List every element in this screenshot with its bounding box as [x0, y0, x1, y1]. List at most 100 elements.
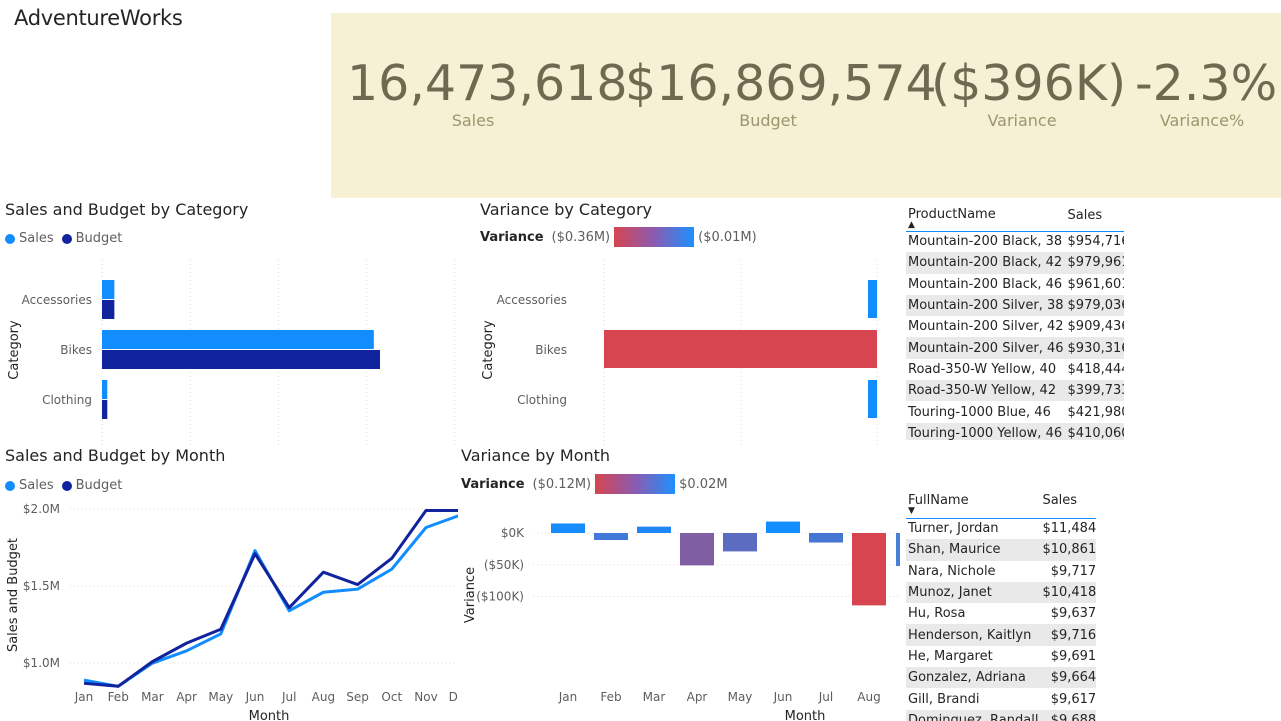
x-tick-label: Jun [245, 690, 265, 704]
sales-cell: $9,664 [1040, 667, 1096, 689]
variance-bar [594, 533, 628, 540]
table-row[interactable]: Mountain-200 Silver, 42 $909,436 [906, 316, 1124, 337]
full-name-cell: Nara, Nichole [908, 563, 996, 579]
kpi-panel: 16,473,618 Sales $16,869,574 Budget ($39… [331, 13, 1281, 198]
table-row[interactable]: Mountain-200 Silver, 38 $979,036 [906, 294, 1124, 317]
kpi-variance-pct-label: Variance% [1159, 111, 1245, 130]
sales-cell: $418,444 [1067, 361, 1124, 377]
table-row[interactable]: Gonzalez, Adriana $9,664 [906, 667, 1096, 689]
x-tick-label: Apr [176, 690, 197, 704]
sales-cell: $909,436 [1067, 319, 1124, 335]
x-tick-label: Oct [381, 690, 402, 704]
product-table[interactable]: ProductName ▲ Sales Mountain-200 Black, 3… [906, 205, 1124, 440]
x-tick-label: Jul [281, 690, 296, 704]
product-name-cell: Mountain-200 Silver, 42 [908, 319, 1064, 335]
kpi-budget-value: $16,869,574 [625, 55, 937, 112]
kpi-variance-label: Variance [987, 111, 1057, 130]
full-name-cell: Gill, Brandi [908, 691, 980, 707]
app-title: AdventureWorks [14, 6, 183, 30]
full-name-cell: Hu, Rosa [908, 606, 966, 622]
variance-month-chart[interactable]: $0K ($50K) ($100K)Variance Jan Feb Mar Apr May J… [458, 495, 900, 721]
table-row[interactable]: Touring-1000 Blue, 46 $421,980 [906, 401, 1124, 422]
sales-cell: $954,716 [1067, 234, 1124, 250]
visual-title-sales-budget-month: Sales and Budget by Month [5, 446, 226, 465]
product-name-cell: Road-350-W Yellow, 40 [908, 361, 1057, 377]
table-row[interactable]: Touring-1000 Yellow, 46 $410,060 [906, 422, 1124, 440]
column-header-sales[interactable]: Sales [1040, 490, 1096, 518]
legend-label-sales[interactable]: Sales [19, 231, 54, 246]
full-name-cell: Munoz, Janet [906, 581, 1041, 604]
sales-budget-category-chart[interactable]: CategoryAccessories Bikes Clothing [0, 250, 460, 445]
legend-min: ($0.36M) [551, 229, 611, 245]
sales-cell: $11,484 [1042, 521, 1096, 537]
legend-sales-budget-month: Sales Budget [5, 478, 122, 493]
customer-table[interactable]: FullName ▼ Sales Turner, Jordan $11,484 Sha… [906, 490, 1096, 721]
legend-label-budget[interactable]: Budget [76, 478, 123, 493]
legend-label-budget[interactable]: Budget [76, 231, 123, 246]
legend-label-sales[interactable]: Sales [19, 478, 54, 493]
full-name-cell: Turner, Jordan [908, 521, 999, 537]
sales-budget-month-chart[interactable]: $1.0M $1.5M $2.0M Sales and Budget Jan Feb Mar… [0, 495, 458, 721]
column-header-productname[interactable]: ProductName ▲ [906, 205, 1066, 231]
legend-dot-budget [61, 233, 72, 244]
table-row[interactable]: Mountain-200 Black, 42 $979,961 [906, 252, 1124, 274]
legend-max: $0.02M [679, 476, 728, 492]
sales-cell: $930,316 [1065, 337, 1124, 359]
product-name-cell: Mountain-200 Silver, 46 [906, 337, 1066, 359]
line-budget [83, 509, 458, 688]
kpi-sales-label: Sales [451, 111, 495, 130]
legend-gradient [595, 474, 676, 494]
y-axis-title: Category [7, 320, 22, 380]
table-row[interactable]: Gill, Brandi $9,617 [906, 688, 1096, 709]
table-row[interactable]: Mountain-200 Black, 38 $954,716 [906, 231, 1124, 252]
x-tick-label: Feb [108, 690, 129, 704]
line-sales [83, 514, 458, 688]
column-header-sales[interactable]: Sales [1066, 205, 1124, 231]
column-header-fullname[interactable]: FullName ▼ [906, 490, 1040, 518]
x-tick-label: Nov [414, 690, 437, 704]
table-row[interactable]: Shan, Maurice $10,861 [906, 539, 1096, 561]
product-name-cell: Mountain-200 Black, 38 [908, 234, 1063, 250]
category-label: Bikes [60, 343, 92, 357]
x-axis-title: Month [785, 709, 826, 721]
table-row[interactable]: Mountain-200 Black, 46 $961,601 [906, 274, 1124, 295]
x-tick-label: Jan [558, 690, 578, 704]
sales-cell: $9,691 [1050, 648, 1096, 664]
sales-cell: $399,733 [1065, 380, 1124, 402]
table-row[interactable]: Turner, Jordan $11,484 [906, 518, 1096, 539]
product-name-cell: Mountain-200 Black, 42 [906, 252, 1066, 274]
product-name-cell: Mountain-200 Silver, 38 [906, 294, 1066, 317]
table-row[interactable]: Hu, Rosa $9,637 [906, 603, 1096, 624]
legend-sales-budget-category: Sales Budget [5, 231, 122, 246]
y-tick-label: ($50K) [484, 558, 524, 572]
variance-category-chart[interactable]: CategoryAccessories Bikes Clothing [476, 250, 896, 445]
variance-bar [852, 533, 886, 606]
legend-gradient [614, 227, 695, 247]
table-row[interactable]: Mountain-200 Silver, 46 $930,316 [906, 337, 1124, 359]
bar-sales [102, 330, 374, 349]
full-name-cell: Shan, Maurice [906, 539, 1041, 561]
variance-bar [868, 380, 877, 418]
table-row[interactable]: Dominguez, Randall $9,688 [906, 709, 1096, 721]
legend-variance-month: Variance ($0.12M) $0.02M [461, 474, 728, 494]
table-row[interactable]: Nara, Nichole $9,717 [906, 561, 1096, 582]
x-tick-label: Jan [74, 690, 94, 704]
legend-dot-sales [5, 233, 15, 244]
y-tick-label: ($100K) [476, 590, 524, 604]
y-axis-title: Variance [463, 567, 478, 623]
variance-bar [809, 533, 843, 543]
table-row[interactable]: Road-350-W Yellow, 40 $418,444 [906, 359, 1124, 380]
table-row[interactable]: Road-350-W Yellow, 42 $399,733 [906, 380, 1124, 402]
variance-bar [680, 533, 714, 566]
x-tick-label: Jul [818, 690, 833, 704]
variance-bar [766, 521, 800, 533]
table-row[interactable]: Munoz, Janet $10,418 [906, 581, 1096, 604]
kpi-sales-value: 16,473,618 [347, 55, 628, 112]
legend-title-variance: Variance [461, 476, 525, 492]
variance-bar [604, 330, 877, 368]
variance-bar [637, 526, 671, 533]
table-row[interactable]: He, Margaret $9,691 [906, 646, 1096, 667]
table-row[interactable]: Henderson, Kaitlyn $9,716 [906, 624, 1096, 646]
product-name-cell: Touring-1000 Yellow, 46 [906, 422, 1066, 440]
legend-max: ($0.01M) [698, 229, 757, 245]
